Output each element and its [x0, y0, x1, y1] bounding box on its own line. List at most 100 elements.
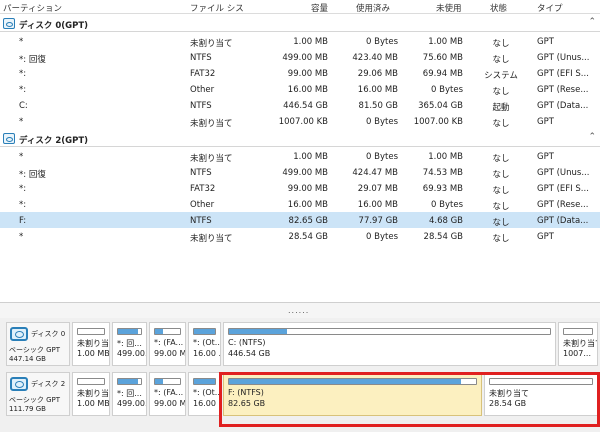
cell-status: なし: [492, 170, 510, 180]
cell-free: 1.00 MB: [428, 37, 463, 47]
partition-row[interactable]: *: 回復 NTFS 499.00 MB 424.47 MB 74.53 MB なし GPT…: [0, 164, 600, 180]
partition-block[interactable]: *: 回...499.00...: [112, 372, 147, 416]
partition-row[interactable]: *: Other 16.00 MB 16.00 MB 0 Bytes なし GPT (Res…: [0, 81, 600, 97]
cell-used: 77.97 GB: [358, 216, 398, 226]
partition-row[interactable]: F: NTFS 82.65 GB 77.97 GB 4.68 GB なし GPT (Data…: [0, 212, 600, 228]
partition-block[interactable]: *: (FA... 99.00 M...: [149, 372, 186, 416]
col-capacity[interactable]: 容量: [311, 2, 328, 14]
cell-filesystem: NTFS: [190, 216, 212, 226]
partition-block[interactable]: *: (FA... 99.00 M...: [149, 322, 186, 366]
cell-used: 0 Bytes: [366, 152, 398, 162]
partition-size: 1.00 MB: [77, 349, 110, 358]
disk-type: ベーシック GPT: [9, 396, 61, 404]
pane-splitter[interactable]: ......: [0, 302, 600, 318]
usage-bar: [193, 378, 216, 385]
cell-free: 74.53 MB: [422, 168, 463, 178]
partition-block[interactable]: 未割り当て1007...: [558, 322, 598, 366]
cell-type: GPT: [537, 37, 554, 47]
partition-row[interactable]: *: Other 16.00 MB 16.00 MB 0 Bytes なし GPT (Res…: [0, 196, 600, 212]
partition-block[interactable]: 未割り当て 28.54 GB: [484, 372, 598, 416]
cell-partition: F:: [19, 216, 27, 226]
cell-free: 75.60 MB: [422, 53, 463, 63]
cell-type: GPT (Unus...: [537, 53, 590, 63]
partition-block[interactable]: 未割り当...1.00 MB: [72, 372, 110, 416]
disk-map-panel: ディスク 0ベーシック GPT447.14 GB未割り当...1.00 MB*:…: [0, 318, 600, 432]
cell-type: GPT: [537, 152, 554, 162]
partition-label: 未割り当...: [77, 389, 109, 398]
partition-label: C: (NTFS): [228, 338, 266, 347]
disk-group-header[interactable]: ディスク 2(GPT) ⌃: [0, 130, 600, 147]
partition-row[interactable]: * 未割り当て 1.00 MB 0 Bytes 1.00 MB なし GPT: [0, 148, 600, 164]
cell-type: GPT (Rese...: [537, 200, 589, 210]
cell-partition: *: [19, 152, 24, 162]
disk-name: ディスク 0: [31, 330, 66, 338]
disk-group-name: ディスク 0(GPT): [19, 21, 89, 31]
cell-free: 1.00 MB: [428, 152, 463, 162]
cell-partition: C:: [19, 101, 28, 111]
usage-bar-fill: [155, 329, 163, 334]
cell-partition: *:: [19, 69, 27, 79]
partition-label: *: (FA...: [154, 338, 184, 347]
usage-bar-fill: [194, 329, 215, 334]
col-partition[interactable]: パーティション: [3, 2, 62, 14]
partition-label: *: (FA...: [154, 388, 184, 397]
partition-row[interactable]: * 未割り当て 1007.00 KB 0 Bytes 1007.00 KB なし GPT: [0, 113, 600, 129]
cell-type: GPT (EFI S...: [537, 184, 589, 194]
cell-type: GPT (Data...: [537, 101, 589, 111]
cell-type: GPT: [537, 232, 554, 242]
partition-row[interactable]: * 未割り当て 28.54 GB 0 Bytes 28.54 GB なし GPT: [0, 228, 600, 244]
collapse-chevron-icon[interactable]: ⌃: [588, 132, 596, 142]
col-type[interactable]: タイプ: [537, 2, 563, 14]
cell-capacity: 1.00 MB: [293, 152, 328, 162]
disk-group-name: ディスク 2(GPT): [19, 136, 89, 146]
cell-filesystem: 未割り当て: [190, 119, 233, 129]
hard-disk-icon: [10, 327, 28, 341]
cell-used: 423.40 MB: [352, 53, 398, 63]
cell-partition: *:: [19, 85, 27, 95]
usage-bar: [563, 328, 593, 335]
partition-row[interactable]: *: FAT32 99.00 MB 29.07 MB 69.93 MB なし GPT (EF…: [0, 180, 600, 196]
partition-row[interactable]: *: FAT32 99.00 MB 29.06 MB 69.94 MB システム GPT (…: [0, 65, 600, 81]
partition-block[interactable]: *: (Ot... 16.00 ...: [188, 322, 221, 366]
partition-block[interactable]: *: (Ot... 16.00 ...: [188, 372, 221, 416]
partition-row[interactable]: * 未割り当て 1.00 MB 0 Bytes 1.00 MB なし GPT: [0, 33, 600, 49]
cell-partition: *: 回復: [19, 55, 46, 65]
cell-capacity: 99.00 MB: [287, 69, 328, 79]
usage-bar-fill: [194, 379, 215, 384]
partition-size: 16.00 ...: [193, 349, 221, 358]
collapse-chevron-icon[interactable]: ⌃: [588, 17, 596, 27]
usage-bar-fill: [155, 379, 163, 384]
partition-size: 446.54 GB: [228, 349, 271, 358]
cell-filesystem: Other: [190, 200, 215, 210]
cell-type: GPT (Data...: [537, 216, 589, 226]
partition-size: 99.00 M...: [154, 399, 186, 408]
disk-info-tile[interactable]: ディスク 2 ベーシック GPT 111.79 GB: [6, 372, 70, 416]
cell-status: なし: [492, 154, 510, 164]
cell-filesystem: NTFS: [190, 53, 212, 63]
disk-info-tile[interactable]: ディスク 0 ベーシック GPT 447.14 GB: [6, 322, 70, 366]
partition-row[interactable]: *: 回復 NTFS 499.00 MB 423.40 MB 75.60 MB なし GPT…: [0, 49, 600, 65]
col-filesystem[interactable]: ファイル シス: [190, 2, 244, 14]
cell-used: 16.00 MB: [357, 200, 398, 210]
cell-capacity: 16.00 MB: [287, 85, 328, 95]
partition-block[interactable]: *: 回...499.00...: [112, 322, 147, 366]
partition-row[interactable]: C: NTFS 446.54 GB 81.50 GB 365.04 GB 起動 GPT (D…: [0, 97, 600, 113]
cell-partition: *: 回復: [19, 170, 46, 180]
partition-block[interactable]: F: (NTFS) 82.65 GB: [223, 372, 482, 416]
cell-status: なし: [492, 202, 510, 212]
col-used[interactable]: 使用済み: [356, 2, 390, 14]
cell-status: システム: [484, 71, 518, 81]
cell-filesystem: Other: [190, 85, 215, 95]
partition-size: 28.54 GB: [489, 399, 527, 408]
col-status[interactable]: 状態: [490, 2, 507, 14]
usage-bar: [117, 378, 142, 385]
partition-block[interactable]: C: (NTFS) 446.54 GB: [223, 322, 556, 366]
col-free[interactable]: 未使用: [436, 2, 462, 14]
partition-block[interactable]: 未割り当...1.00 MB: [72, 322, 110, 366]
disk-group-header[interactable]: ディスク 0(GPT) ⌃: [0, 15, 600, 32]
cell-capacity: 499.00 MB: [282, 168, 328, 178]
cell-type: GPT (Unus...: [537, 168, 590, 178]
cell-free: 365.04 GB: [418, 101, 463, 111]
partition-label: *: 回...: [117, 389, 142, 398]
splitter-grip[interactable]: ......: [288, 306, 309, 315]
